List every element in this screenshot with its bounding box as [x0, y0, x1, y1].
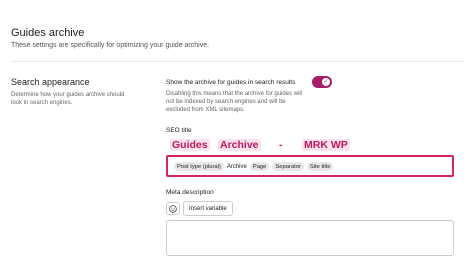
- editor-plain-text: Archive: [226, 163, 247, 170]
- preview-part-archive: Archive: [218, 139, 261, 151]
- seo-title-preview: Guides Archive - MRK WP: [166, 139, 426, 153]
- preview-site-title: MRK WP: [302, 139, 350, 151]
- toggle-label: Show the archive for guides in search re…: [166, 79, 296, 86]
- toggle-knob: ✓: [322, 78, 330, 86]
- search-appearance-heading: Search appearance: [11, 77, 90, 87]
- preview-separator: -: [279, 139, 283, 151]
- toggle-description: Disabling this means that the archive fo…: [166, 91, 303, 113]
- page-description: These settings are specifically for opti…: [11, 42, 210, 49]
- smiley-icon: [169, 204, 177, 213]
- divider: [11, 61, 464, 62]
- chip-site-title[interactable]: Site title: [306, 162, 334, 171]
- seo-title-editor[interactable]: Post type (plural) Archive Page Separato…: [166, 155, 454, 177]
- search-appearance-description: Determine how your guides archive should…: [11, 92, 125, 106]
- show-in-search-toggle[interactable]: ✓: [312, 76, 332, 88]
- check-icon: ✓: [323, 79, 329, 85]
- seo-title-editor-content: Post type (plural) Archive Page Separato…: [174, 162, 334, 171]
- chip-page[interactable]: Page: [249, 162, 270, 171]
- meta-description-label: Meta description: [166, 189, 214, 196]
- meta-description-input[interactable]: [166, 220, 454, 256]
- chip-separator[interactable]: Separator: [272, 162, 304, 171]
- page-title: Guides archive: [11, 27, 85, 39]
- seo-title-label: SEO title: [166, 127, 192, 134]
- preview-part-guides: Guides: [170, 139, 210, 151]
- emoji-button[interactable]: [166, 202, 180, 215]
- chip-post-type[interactable]: Post type (plural): [174, 162, 224, 171]
- insert-variable-button[interactable]: Insert variable: [183, 201, 233, 216]
